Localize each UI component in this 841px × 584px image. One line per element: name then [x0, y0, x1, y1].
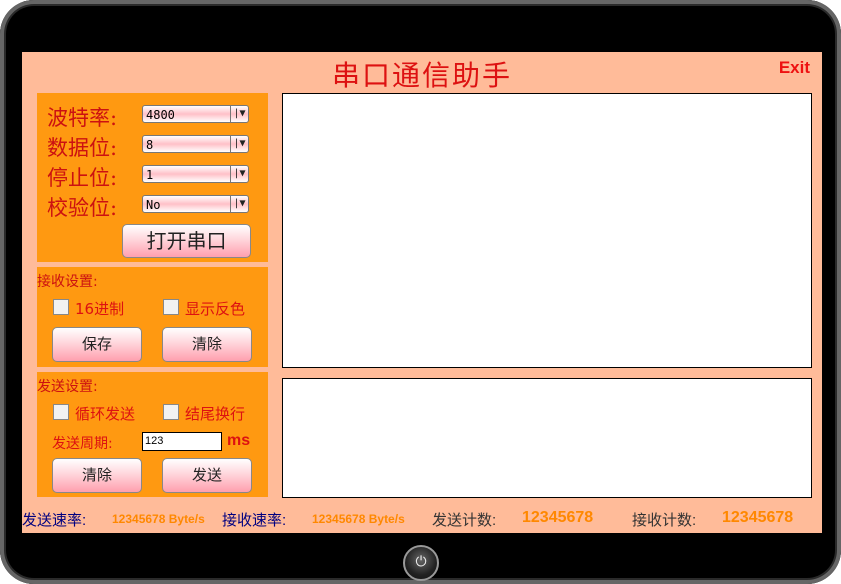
recv-count-label: 接收计数:	[632, 512, 697, 529]
app-title: 串口通信助手	[331, 59, 512, 92]
app-screen: 串口通信助手 Exit 波特率: 4800 |▼ 数据位: 8 |▼ 停止位: …	[22, 52, 822, 533]
send-settings-title: 发送设置:	[37, 379, 98, 395]
open-port-button[interactable]: 打开串口	[122, 224, 251, 258]
receive-settings-title: 接收设置:	[37, 274, 98, 290]
send-settings-panel: 发送设置: 循环发送 结尾换行 发送周期: 123 ms 清除 发送	[37, 372, 268, 497]
chevron-down-icon[interactable]: |▼	[230, 106, 248, 122]
databits-select[interactable]: 8 |▼	[142, 135, 249, 153]
save-button[interactable]: 保存	[52, 327, 142, 362]
send-rate-label: 发送速率:	[22, 512, 87, 529]
baud-select[interactable]: 4800 |▼	[142, 105, 249, 123]
receive-clear-button[interactable]: 清除	[162, 327, 252, 362]
receive-textarea[interactable]	[282, 93, 812, 368]
power-button[interactable]: ⏻	[403, 545, 439, 581]
exit-button[interactable]: Exit	[779, 58, 810, 78]
recv-rate-value: 12345678 Byte/s	[312, 512, 405, 526]
power-icon: ⏻	[415, 554, 427, 570]
period-input[interactable]: 123	[142, 432, 222, 451]
send-count-value: 12345678	[522, 509, 594, 526]
newline-checkbox[interactable]	[163, 404, 179, 420]
stopbits-select[interactable]: 1 |▼	[142, 165, 249, 183]
invert-checkbox[interactable]	[163, 299, 179, 315]
send-rate-value: 12345678 Byte/s	[112, 512, 205, 526]
send-count-label: 发送计数:	[432, 512, 497, 529]
newline-label: 结尾换行	[185, 405, 246, 423]
chevron-down-icon[interactable]: |▼	[230, 166, 248, 182]
receive-settings-panel: 接收设置: 16进制 显示反色 保存 清除	[37, 267, 268, 367]
parity-select[interactable]: No |▼	[142, 195, 249, 213]
send-clear-button[interactable]: 清除	[52, 458, 142, 493]
serial-settings-panel: 波特率: 4800 |▼ 数据位: 8 |▼ 停止位: 1 |▼ 校验位: No…	[37, 93, 268, 262]
loop-send-label: 循环发送	[75, 405, 136, 423]
send-textarea[interactable]	[282, 378, 812, 498]
hex-checkbox[interactable]	[53, 299, 69, 315]
databits-label: 数据位:	[47, 136, 118, 160]
stopbits-value: 1	[146, 168, 154, 182]
recv-count-value: 12345678	[722, 509, 794, 526]
chevron-down-icon[interactable]: |▼	[230, 196, 248, 212]
databits-value: 8	[146, 138, 154, 152]
baud-label: 波特率:	[47, 106, 118, 130]
parity-value: No	[146, 198, 161, 212]
loop-send-checkbox[interactable]	[53, 404, 69, 420]
invert-label: 显示反色	[185, 300, 246, 318]
recv-rate-label: 接收速率:	[222, 512, 287, 529]
chevron-down-icon[interactable]: |▼	[230, 136, 248, 152]
parity-label: 校验位:	[47, 196, 118, 220]
period-unit: ms	[227, 432, 251, 449]
hex-label: 16进制	[75, 300, 125, 318]
baud-value: 4800	[146, 108, 175, 122]
stopbits-label: 停止位:	[47, 166, 118, 190]
period-label: 发送周期:	[52, 436, 113, 452]
send-button[interactable]: 发送	[162, 458, 252, 493]
